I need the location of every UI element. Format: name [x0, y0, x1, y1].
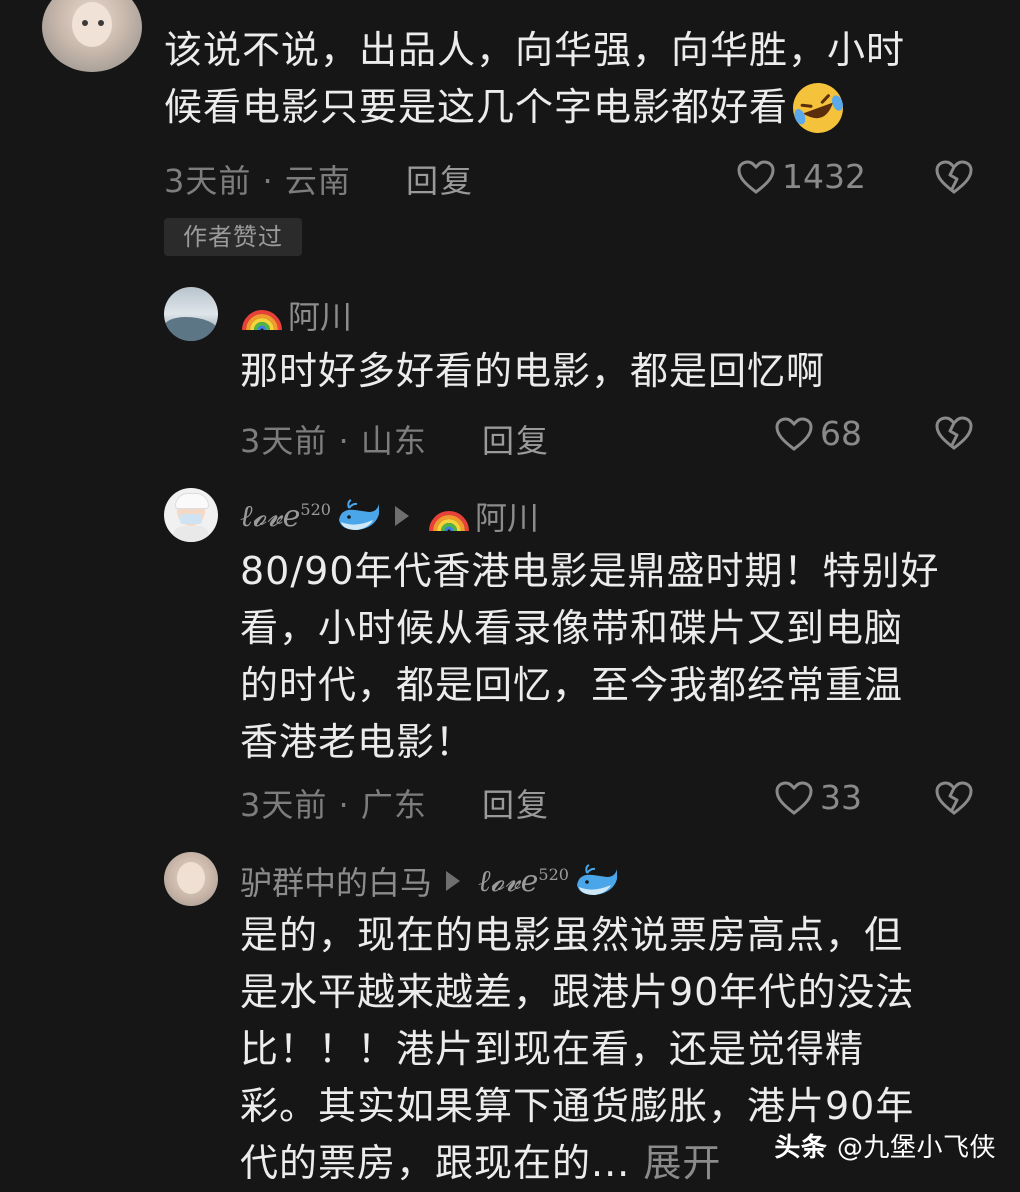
- watermark-handle: @九堡小飞侠: [836, 1133, 996, 1163]
- author-liked-badge: 作者赞过: [164, 218, 302, 256]
- watermark-brand: 头条: [774, 1133, 828, 1163]
- comment-thread: 该说不说，出品人，向华强，向华胜，小时 候看电影只要是这几个字电影都好看 3天前…: [0, 0, 1020, 1186]
- reply-username[interactable]: 阿川: [240, 292, 352, 338]
- reply-username[interactable]: ℓ𝓸𝓿e520 阿川: [240, 493, 539, 539]
- reply-line: 那时好多好看的电影，都是回忆啊: [240, 349, 826, 393]
- rainbow-emoji: [242, 310, 282, 331]
- reply-username[interactable]: 驴群中的白马 ℓ𝓸𝓿e520: [240, 858, 619, 904]
- user-avatar[interactable]: [42, 0, 142, 72]
- heart-outline-icon: [775, 780, 813, 815]
- broken-heart-icon: [935, 781, 973, 815]
- comment-meta: 3天前 · 云南: [164, 162, 351, 200]
- whale-emoji: [576, 864, 617, 895]
- reply-line: 的时代，都是回忆，至今我都经常重温: [240, 663, 904, 707]
- dislike-button[interactable]: [934, 159, 974, 199]
- like-count: 33: [820, 778, 862, 817]
- like-button[interactable]: 68: [774, 414, 862, 453]
- broken-heart-icon: [935, 160, 973, 194]
- reply-button[interactable]: 回复: [482, 416, 550, 462]
- rolling-laughing-emoji: [793, 82, 844, 133]
- expand-link[interactable]: 展开: [643, 1141, 721, 1185]
- reply-line: 香港老电影！: [240, 720, 475, 764]
- like-count: 68: [820, 414, 862, 453]
- reply-line: 比！！！港片到现在看，还是觉得精: [240, 1027, 865, 1071]
- reply-text: 那时好多好看的电影，都是回忆啊: [240, 343, 825, 400]
- comment-text: 该说不说，出品人，向华强，向华胜，小时 候看电影只要是这几个字电影都好看: [164, 22, 905, 136]
- reply-button[interactable]: 回复: [482, 780, 550, 826]
- like-button[interactable]: 1432: [736, 157, 866, 196]
- user-avatar[interactable]: [164, 852, 218, 906]
- rainbow-emoji: [428, 511, 469, 532]
- broken-heart-icon: [935, 416, 973, 450]
- heart-outline-icon: [737, 159, 775, 194]
- user-avatar[interactable]: [164, 287, 218, 341]
- user-avatar[interactable]: [164, 488, 218, 542]
- reply-meta: 3天前 · 山东: [240, 422, 427, 460]
- dislike-button[interactable]: [934, 780, 974, 820]
- reply-text: 80/90年代香港电影是鼎盛时期！特别好 看，小时候从看录像带和碟片又到电脑 的…: [240, 543, 940, 771]
- reply-line: 是水平越来越差，跟港片90年代的没法: [240, 970, 915, 1014]
- reply-arrow-icon: [446, 871, 461, 891]
- reply-button[interactable]: 回复: [406, 156, 474, 202]
- comment-line: 该说不说，出品人，向华强，向华胜，小时: [164, 28, 906, 72]
- reply-line: 80/90年代香港电影是鼎盛时期！特别好: [240, 549, 940, 593]
- reply-meta: 3天前 · 广东: [240, 786, 427, 824]
- like-count: 1432: [782, 157, 866, 196]
- reply-line: 看，小时候从看录像带和碟片又到电脑: [240, 606, 904, 650]
- whale-emoji: [338, 499, 379, 530]
- reply-line: 是的，现在的电影虽然说票房高点，但: [240, 913, 904, 957]
- comment-line: 候看电影只要是这几个字电影都好看: [164, 79, 905, 136]
- dislike-button[interactable]: [934, 415, 974, 455]
- like-button[interactable]: 33: [774, 778, 862, 817]
- heart-outline-icon: [775, 416, 813, 451]
- watermark: 头条 @九堡小飞侠: [774, 1127, 996, 1164]
- reply-arrow-icon: [394, 506, 409, 526]
